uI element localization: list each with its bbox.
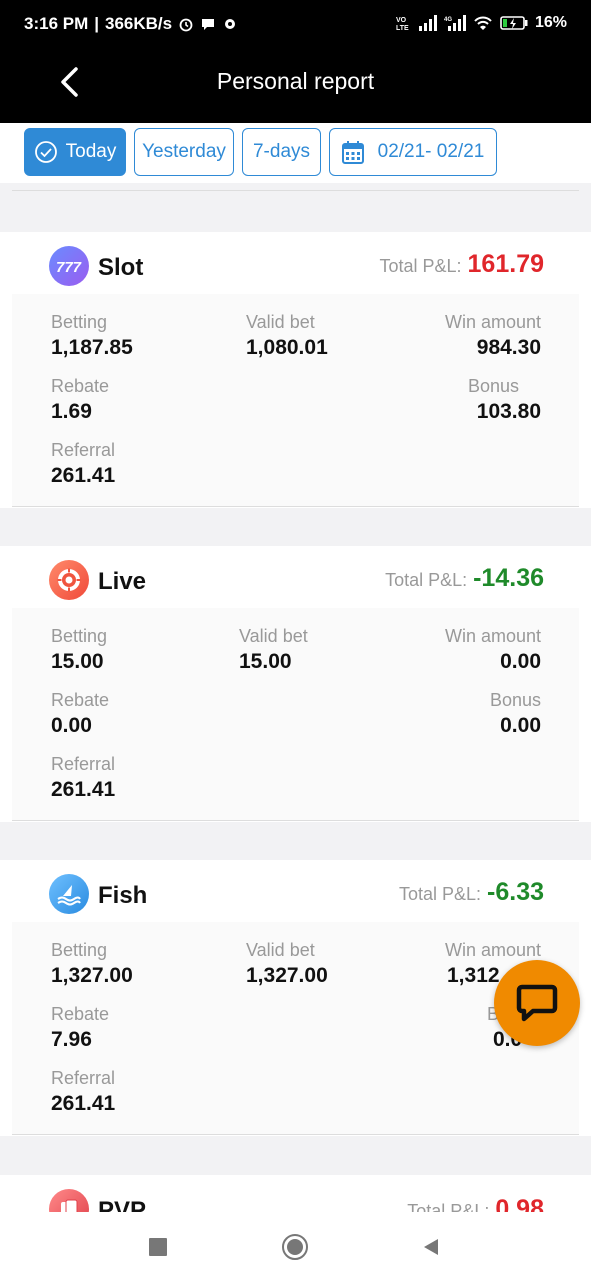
referral-value: 261.41 (51, 1092, 116, 1115)
home-button[interactable] (280, 1232, 310, 1262)
status-bar: 3:16 PM | 366KB/s VO LTE 4G 16% (24, 14, 567, 33)
total-pl-value: 161.79 (467, 250, 544, 278)
betting-value: 15.00 (51, 650, 104, 673)
wifi-icon (474, 16, 492, 30)
rebate-label: Rebate (51, 376, 110, 396)
tab-today-label: Today (65, 141, 117, 162)
square-icon (149, 1238, 167, 1256)
win-amount-value: 1,312 (447, 964, 500, 987)
rebate-label: Rebate (51, 690, 110, 710)
total-pl-value: -14.36 (473, 564, 544, 592)
bonus-value: 0.00 (500, 714, 541, 737)
alarm-icon (179, 18, 193, 32)
total-pl-value: 0.98 (495, 1195, 544, 1212)
game-name: Live (98, 568, 147, 595)
game-name: PVP (98, 1197, 147, 1212)
valid-bet-value: 1,080.01 (246, 336, 328, 359)
report-card-pvp: PVP Total P&L: 0.98 (0, 1175, 591, 1212)
valid-bet-label: Valid bet (246, 312, 315, 332)
total-pl: Total P&L: -6.33 (398, 878, 544, 906)
message-icon (202, 19, 215, 30)
betting-value: 1,187.85 (51, 336, 133, 359)
win-amount-label: Win amount (444, 626, 541, 646)
status-speed: 366KB/s (105, 14, 173, 33)
rebate-label: Rebate (51, 1004, 110, 1024)
battery-icon (500, 16, 528, 30)
home-circle-icon (282, 1234, 308, 1260)
svg-text:LTE: LTE (396, 25, 409, 32)
signal-icon (418, 15, 437, 31)
total-pl-value: -6.33 (487, 878, 544, 906)
chat-support-button[interactable] (494, 960, 580, 1046)
back-nav-button[interactable] (415, 1232, 445, 1262)
app-header: 3:16 PM | 366KB/s VO LTE 4G 16% Personal … (0, 0, 591, 123)
casino-chip-icon (49, 560, 89, 600)
battery-level: 16% (534, 14, 567, 31)
betting-label: Betting (51, 940, 108, 960)
triangle-back-icon (424, 1239, 438, 1255)
betting-label: Betting (51, 626, 108, 646)
bonus-label: Bonus (489, 690, 541, 710)
win-amount-value: 0.00 (500, 650, 541, 673)
valid-bet-value: 1,327.00 (246, 964, 328, 987)
total-pl: Total P&L: -14.36 (385, 564, 544, 592)
bonus-label: Bonus (467, 376, 519, 396)
signal-4g-icon: 4G (444, 15, 466, 31)
game-name: Fish (98, 882, 148, 909)
game-name: Slot (98, 254, 144, 281)
betting-label: Betting (51, 312, 108, 332)
date-range-label: 02/21- 02/21 (377, 141, 485, 162)
report-card-live: Live Total P&L: -14.36 Betting 15.00 Vali… (0, 546, 591, 822)
rebate-value: 0.00 (51, 714, 92, 737)
svg-text:4G: 4G (444, 17, 452, 23)
referral-value: 261.41 (51, 464, 116, 487)
valid-bet-value: 15.00 (239, 650, 292, 673)
win-amount-label: Win amount (444, 940, 541, 960)
status-time: 3:16 PM (24, 14, 89, 33)
win-amount-value: 984.30 (476, 336, 541, 359)
rebate-value: 7.96 (51, 1028, 92, 1051)
bonus-value: 103.80 (476, 400, 541, 423)
tab-today[interactable]: Today (24, 128, 126, 176)
total-pl: Total P&L: 161.79 (379, 250, 544, 278)
date-range-picker[interactable]: 02/21- 02/21 (329, 128, 497, 176)
calendar-icon (341, 140, 364, 164)
volte-icon: VOLTE (396, 17, 409, 32)
date-filter-bar: Today Yesterday 7-days 02/21- 02/21 (0, 123, 591, 183)
tab-yesterday[interactable]: Yesterday (134, 128, 234, 176)
valid-bet-label: Valid bet (239, 626, 308, 646)
recent-apps-button[interactable] (143, 1232, 173, 1262)
page-title: Personal report (216, 68, 375, 94)
tab-yesterday-label: Yesterday (142, 141, 226, 162)
rebate-value: 1.69 (51, 400, 92, 423)
divider (12, 190, 579, 191)
cards-icon (49, 1189, 89, 1212)
svg-text:777: 777 (56, 259, 82, 276)
tab-7-days[interactable]: 7-days (242, 128, 321, 176)
report-card-slot: 777 Slot Total P&L: 161.79 Betting 1,187.… (0, 232, 591, 508)
referral-value: 261.41 (51, 778, 116, 801)
tab-7-days-label: 7-days (252, 141, 311, 162)
svg-text:VO: VO (396, 17, 407, 24)
betting-value: 1,327.00 (51, 964, 133, 987)
system-nav-bar (0, 1212, 591, 1280)
check-circle-icon (34, 140, 58, 164)
chat-bubble-icon (516, 984, 558, 1022)
fish-icon (49, 874, 89, 914)
referral-label: Referral (51, 1068, 116, 1088)
settings-icon (225, 19, 236, 29)
referral-label: Referral (51, 440, 116, 460)
valid-bet-label: Valid bet (246, 940, 315, 960)
referral-label: Referral (51, 754, 116, 774)
win-amount-label: Win amount (444, 312, 541, 332)
total-pl: Total P&L: 0.98 (407, 1195, 544, 1212)
slot-icon: 777 (49, 246, 89, 286)
